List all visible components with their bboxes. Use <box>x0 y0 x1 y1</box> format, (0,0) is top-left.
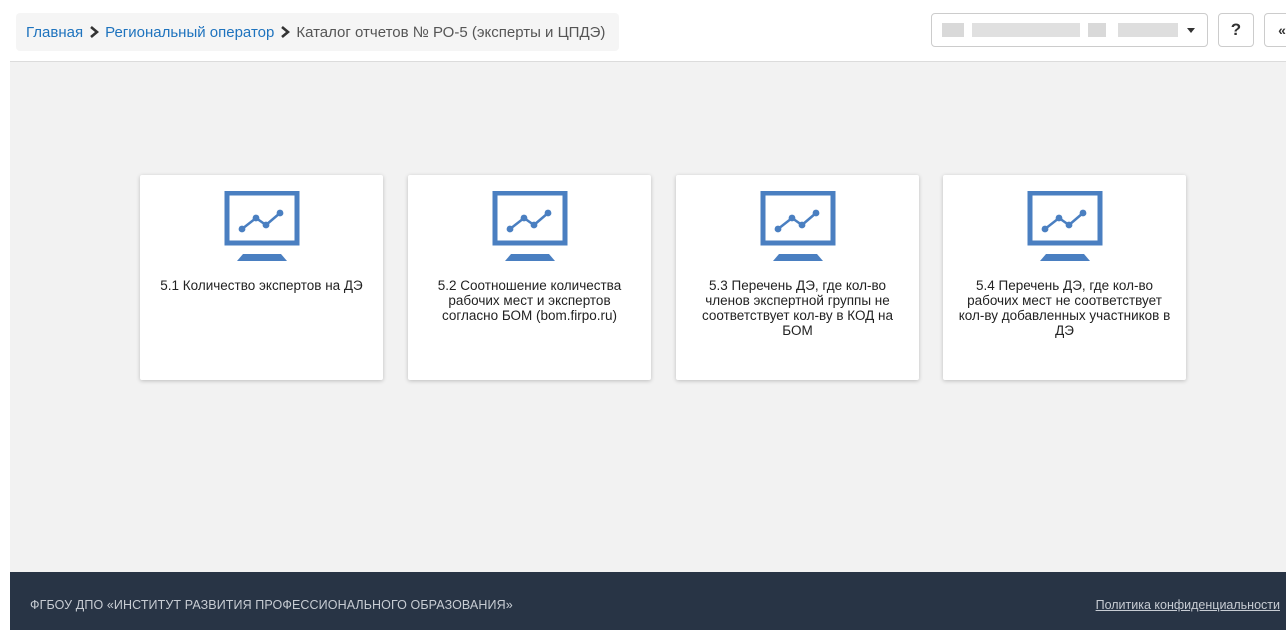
monitor-chart-icon <box>492 191 568 261</box>
footer-organization: ФГБОУ ДПО «ИНСТИТУТ РАЗВИТИЯ ПРОФЕССИОНА… <box>30 598 513 612</box>
footer: ФГБОУ ДПО «ИНСТИТУТ РАЗВИТИЯ ПРОФЕССИОНА… <box>10 572 1286 630</box>
collapse-button[interactable]: « <box>1264 13 1286 47</box>
help-button[interactable]: ? <box>1218 13 1254 47</box>
double-chevron-icon: « <box>1278 22 1286 38</box>
report-card-5-4[interactable]: 5.4 Перечень ДЭ, где кол-во рабочих мест… <box>943 175 1186 380</box>
app-root: Главная Региональный оператор Каталог от… <box>10 0 1286 630</box>
monitor-chart-icon <box>1027 191 1103 261</box>
report-card-5-1[interactable]: 5.1 Количество экспертов на ДЭ <box>140 175 383 380</box>
report-card-title: 5.3 Перечень ДЭ, где кол-во членов экспе… <box>701 278 894 338</box>
report-card-5-3[interactable]: 5.3 Перечень ДЭ, где кол-во членов экспе… <box>676 175 919 380</box>
redacted-value <box>1118 23 1178 37</box>
chevron-right-icon <box>281 26 291 38</box>
report-card-title: 5.2 Соотношение количества рабочих мест … <box>437 278 622 323</box>
report-card-5-2[interactable]: 5.2 Соотношение количества рабочих мест … <box>408 175 651 380</box>
top-bar: Главная Региональный оператор Каталог от… <box>10 0 1286 62</box>
breadcrumb: Главная Региональный оператор Каталог от… <box>16 13 620 51</box>
report-card-title: 5.1 Количество экспертов на ДЭ <box>160 278 363 293</box>
monitor-chart-icon <box>224 191 300 261</box>
privacy-policy-link[interactable]: Политика конфиденциальности <box>1096 598 1280 612</box>
breadcrumb-current: Каталог отчетов № РО-5 (эксперты и ЦПДЭ) <box>296 23 606 41</box>
chevron-down-icon <box>1187 28 1195 33</box>
report-card-title: 5.4 Перечень ДЭ, где кол-во рабочих мест… <box>958 278 1171 338</box>
breadcrumb-regional-operator-link[interactable]: Региональный оператор <box>105 24 274 41</box>
monitor-chart-icon <box>760 191 836 261</box>
breadcrumb-home-link[interactable]: Главная <box>26 24 83 41</box>
region-select[interactable] <box>931 13 1208 47</box>
question-icon: ? <box>1230 20 1242 39</box>
redacted-value <box>1088 23 1106 37</box>
redacted-value <box>942 23 964 37</box>
redacted-value <box>972 23 1080 37</box>
chevron-right-icon <box>90 26 100 38</box>
